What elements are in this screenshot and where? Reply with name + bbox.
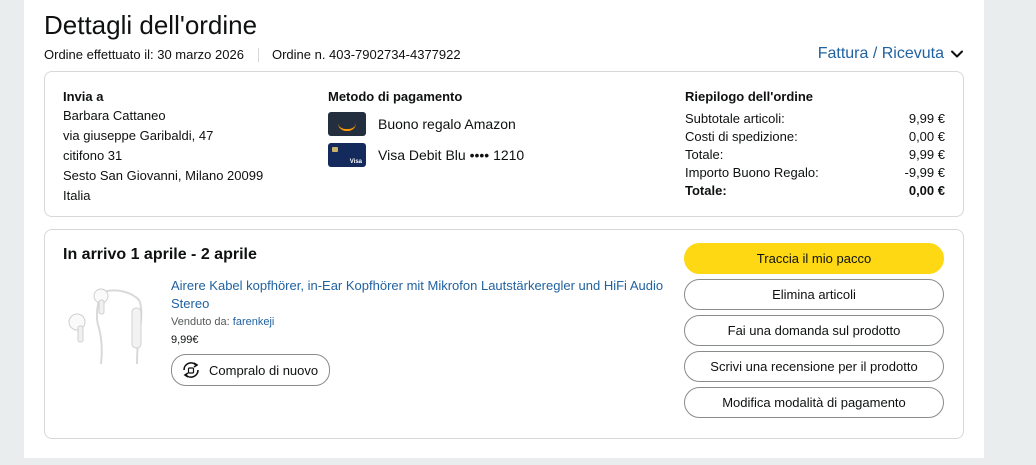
- ship-to-section: Invia a Barbara Cattaneo via giuseppe Ga…: [63, 88, 263, 206]
- recipient-name: Barbara Cattaneo: [63, 108, 166, 123]
- invoice-dropdown[interactable]: Fattura / Ricevuta: [818, 45, 964, 63]
- seller-info: Venduto da: farenkeji: [171, 316, 274, 328]
- recap-value: 9,99 €: [908, 111, 945, 126]
- track-package-button[interactable]: Traccia il mio pacco: [684, 243, 944, 274]
- ship-to-heading: Invia a: [63, 89, 104, 104]
- recap-heading: Riepilogo dell'ordine: [685, 89, 814, 104]
- recap-label: Totale:: [685, 147, 724, 162]
- shipment-card: In arrivo 1 aprile - 2 aprile Airere Kab…: [44, 229, 964, 439]
- visa-card-icon: Visa: [328, 142, 366, 167]
- recap-row-total: Totale: 9,99 €: [685, 146, 945, 164]
- payment-section: Metodo di pagamento Buono regalo Amazon …: [328, 88, 524, 168]
- sold-by-label: Venduto da:: [171, 316, 230, 328]
- page-title: Dettagli dell'ordine: [44, 10, 258, 40]
- write-review-button[interactable]: Scrivi una recensione per il prodotto: [684, 351, 944, 382]
- ask-question-button[interactable]: Fai una domanda sul prodotto: [684, 315, 944, 346]
- seller-link[interactable]: farenkeji: [233, 316, 275, 328]
- address-line: citifono 31: [63, 148, 123, 163]
- recap-value: 0,00 €: [908, 129, 945, 144]
- change-payment-button[interactable]: Modifica modalità di pagamento: [684, 387, 944, 418]
- meta-divider: [257, 47, 259, 62]
- payment-method-label: Visa Debit Blu •••• 1210: [378, 146, 525, 163]
- buy-again-label: Compralo di nuovo: [209, 362, 319, 378]
- recap-value: 0,00 €: [908, 183, 945, 198]
- payment-method-label: Buono regalo Amazon: [378, 115, 516, 132]
- recap-value: 9,99 €: [908, 147, 945, 162]
- recap-row-gift-card: Importo Buono Regalo: -9,99 €: [685, 164, 945, 182]
- shipment-actions: Traccia il mio pacco Elimina articoli Fa…: [684, 243, 946, 423]
- payment-method-visa: Visa Visa Debit Blu •••• 1210: [328, 141, 524, 168]
- address-line: via giuseppe Garibaldi, 47: [63, 128, 214, 143]
- payment-method-gift-card: Buono regalo Amazon: [328, 110, 524, 137]
- recap-label: Totale:: [685, 183, 727, 198]
- product-price: 9,99€: [171, 334, 199, 346]
- recap-row-shipping: Costi di spedizione: 0,00 €: [685, 128, 945, 146]
- order-details-page: Dettagli dell'ordine Ordine effettuato i…: [24, 0, 984, 458]
- payment-heading: Metodo di pagamento: [328, 89, 463, 104]
- product-title-link[interactable]: Airere Kabel kopfhörer, in-Ear Kopfhörer…: [171, 277, 671, 313]
- invoice-link-label: Fattura / Ricevuta: [817, 45, 944, 62]
- order-date: Ordine effettuato il: 30 marzo 2026: [44, 47, 244, 62]
- recap-row-grand-total: Totale: 0,00 €: [685, 182, 945, 200]
- order-summary-card: Invia a Barbara Cattaneo via giuseppe Ga…: [44, 71, 964, 217]
- buy-again-button[interactable]: Compralo di nuovo: [171, 354, 331, 386]
- recap-label: Importo Buono Regalo:: [685, 165, 819, 180]
- visa-card-mark: Visa: [349, 158, 362, 165]
- recap-label: Subtotale articoli:: [685, 111, 785, 126]
- order-meta: Ordine effettuato il: 30 marzo 2026 Ordi…: [44, 47, 461, 62]
- remove-items-button[interactable]: Elimina articoli: [684, 279, 944, 310]
- arrival-heading: In arrivo 1 aprile - 2 aprile: [63, 246, 257, 263]
- reorder-icon: [183, 362, 199, 378]
- recap-value: -9,99 €: [904, 165, 945, 180]
- order-recap-section: Riepilogo dell'ordine Subtotale articoli…: [685, 88, 945, 200]
- chevron-down-icon: [951, 50, 963, 58]
- address-city: Sesto San Giovanni, Milano 20099: [63, 168, 264, 183]
- recap-row-subtotal: Subtotale articoli: 9,99 €: [685, 110, 945, 128]
- address-country: Italia: [63, 188, 91, 203]
- recap-label: Costi di spedizione:: [685, 129, 798, 144]
- amazon-gift-card-icon: [328, 111, 366, 136]
- order-number: Ordine n. 403-7902734-4377922: [271, 47, 461, 62]
- earphones-product-image[interactable]: [61, 278, 153, 370]
